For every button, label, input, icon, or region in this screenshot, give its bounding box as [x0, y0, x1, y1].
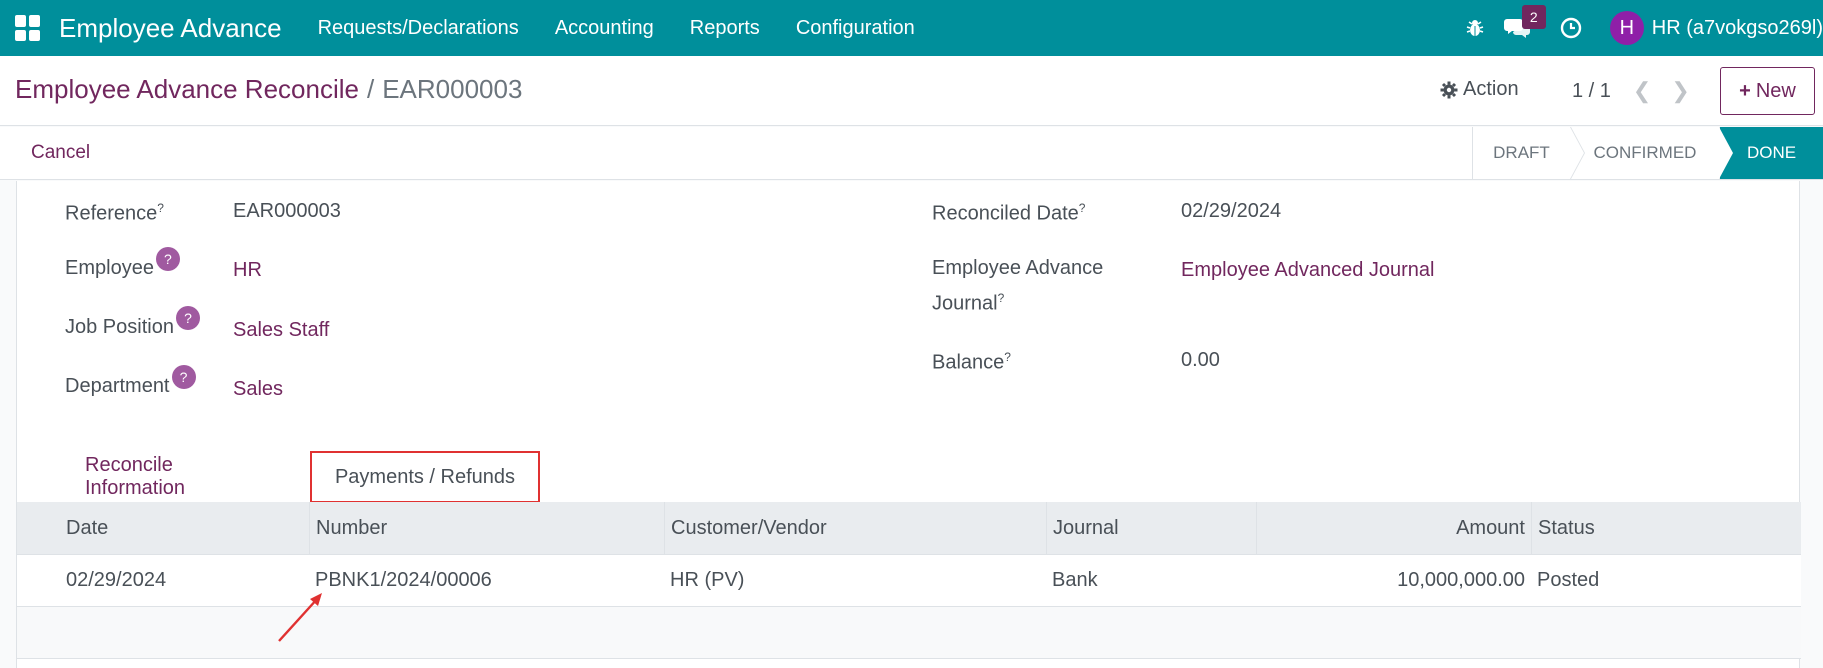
stage-confirmed[interactable]: CONFIRMED [1570, 127, 1734, 179]
column-amount[interactable]: Amount [1256, 502, 1531, 554]
user-name[interactable]: HR (a7vokgso269l) [1652, 17, 1823, 40]
tooltip-mark: ? [1078, 201, 1086, 215]
bug-icon[interactable] [1454, 0, 1496, 56]
clock-icon[interactable] [1550, 0, 1592, 56]
cell-number: PBNK1/2024/00006 [315, 569, 492, 591]
balance-value: 0.00 [1181, 349, 1220, 371]
tab-payments-refunds[interactable]: Payments / Refunds [310, 451, 540, 503]
pager-next-icon[interactable]: ❯ [1671, 78, 1689, 104]
cell-date: 02/29/2024 [66, 569, 167, 591]
cell-status: Posted [1537, 569, 1600, 591]
reference-label: Reference? [65, 201, 164, 225]
tooltip-mark: ? [1004, 350, 1011, 364]
plus-icon: + [1739, 79, 1751, 102]
column-number[interactable]: Number [309, 502, 664, 554]
main-menu: Requests/Declarations Accounting Reports… [300, 17, 933, 40]
status-bar: Cancel DRAFT CONFIRMED DONE [0, 127, 1823, 180]
breadcrumb-separator: / [366, 74, 375, 104]
stage-bar: DRAFT CONFIRMED DONE [1472, 127, 1823, 179]
help-icon: ? [155, 247, 180, 271]
chat-icon[interactable]: 2 [1496, 0, 1546, 56]
apps-icon[interactable] [15, 15, 41, 41]
pager: 1 / 1 ❮ ❯ [1572, 78, 1690, 104]
breadcrumb-parent[interactable]: Employee Advance Reconcile [15, 74, 359, 104]
top-navbar: Employee Advance Requests/Declarations A… [0, 0, 1823, 56]
cell-journal: Bank [1052, 569, 1098, 591]
menu-requests-declarations[interactable]: Requests/Declarations [300, 17, 537, 40]
stage-draft-label: DRAFT [1493, 143, 1550, 162]
table-header: Date Number Customer/Vendor Journal Amou… [17, 502, 1801, 555]
pager-previous-icon[interactable]: ❮ [1633, 78, 1651, 104]
job-position-value[interactable]: Sales Staff [233, 315, 329, 345]
stage-draft[interactable]: DRAFT [1472, 127, 1585, 179]
gear-icon [1440, 81, 1458, 98]
control-panel: Employee Advance Reconcile / EAR000003 Act… [0, 56, 1823, 126]
cell-amount: 10,000,000.00 [1397, 569, 1525, 591]
annotation-arrow-icon [278, 593, 322, 642]
column-date[interactable]: Date [17, 517, 309, 540]
menu-accounting[interactable]: Accounting [537, 17, 672, 40]
job-position-label: Job Position? [65, 306, 200, 342]
employee-label: Employee? [65, 247, 180, 283]
tooltip-mark: ? [997, 291, 1005, 305]
tab-reconcile-information[interactable]: Reconcile Information [67, 451, 267, 503]
menu-reports[interactable]: Reports [672, 17, 778, 40]
column-customer-vendor[interactable]: Customer/Vendor [664, 502, 1046, 554]
messages-badge: 2 [1521, 5, 1546, 29]
user-avatar[interactable]: H [1609, 11, 1644, 45]
menu-configuration[interactable]: Configuration [778, 17, 933, 40]
department-value[interactable]: Sales [233, 374, 283, 404]
stage-confirmed-label: CONFIRMED [1593, 143, 1697, 162]
stage-done[interactable]: DONE [1719, 127, 1823, 179]
new-button[interactable]: + New [1720, 67, 1815, 115]
reconciled-date-value: 02/29/2024 [1181, 200, 1282, 222]
advance-journal-label: Employee Advance Journal? [932, 257, 1104, 315]
breadcrumb: Employee Advance Reconcile / EAR000003 [15, 74, 522, 105]
employee-value[interactable]: HR [233, 255, 262, 285]
tooltip-mark: ? [157, 201, 164, 215]
column-status[interactable]: Status [1531, 502, 1801, 554]
balance-label: Balance? [932, 350, 1011, 374]
breadcrumb-current: EAR000003 [382, 74, 523, 104]
help-icon: ? [171, 365, 196, 389]
stage-done-label: DONE [1746, 143, 1797, 162]
reconciled-date-label: Reconciled Date? [932, 201, 1086, 225]
app-name[interactable]: Employee Advance [59, 13, 282, 44]
help-icon: ? [175, 306, 200, 330]
department-label: Department? [65, 365, 196, 401]
cancel-button[interactable]: Cancel [31, 142, 90, 164]
new-label: New [1755, 79, 1796, 102]
advance-journal-value[interactable]: Employee Advanced Journal [1181, 255, 1435, 285]
column-journal[interactable]: Journal [1046, 502, 1256, 554]
navbar-systray: 2 H HR (a7vokgso269l) [1454, 0, 1823, 56]
action-label: Action [1463, 78, 1519, 100]
pager-value[interactable]: 1 / 1 [1572, 80, 1611, 103]
action-button[interactable]: Action [1440, 78, 1519, 101]
cell-customer-vendor: HR (PV) [670, 569, 745, 591]
reference-value: EAR000003 [233, 200, 341, 222]
